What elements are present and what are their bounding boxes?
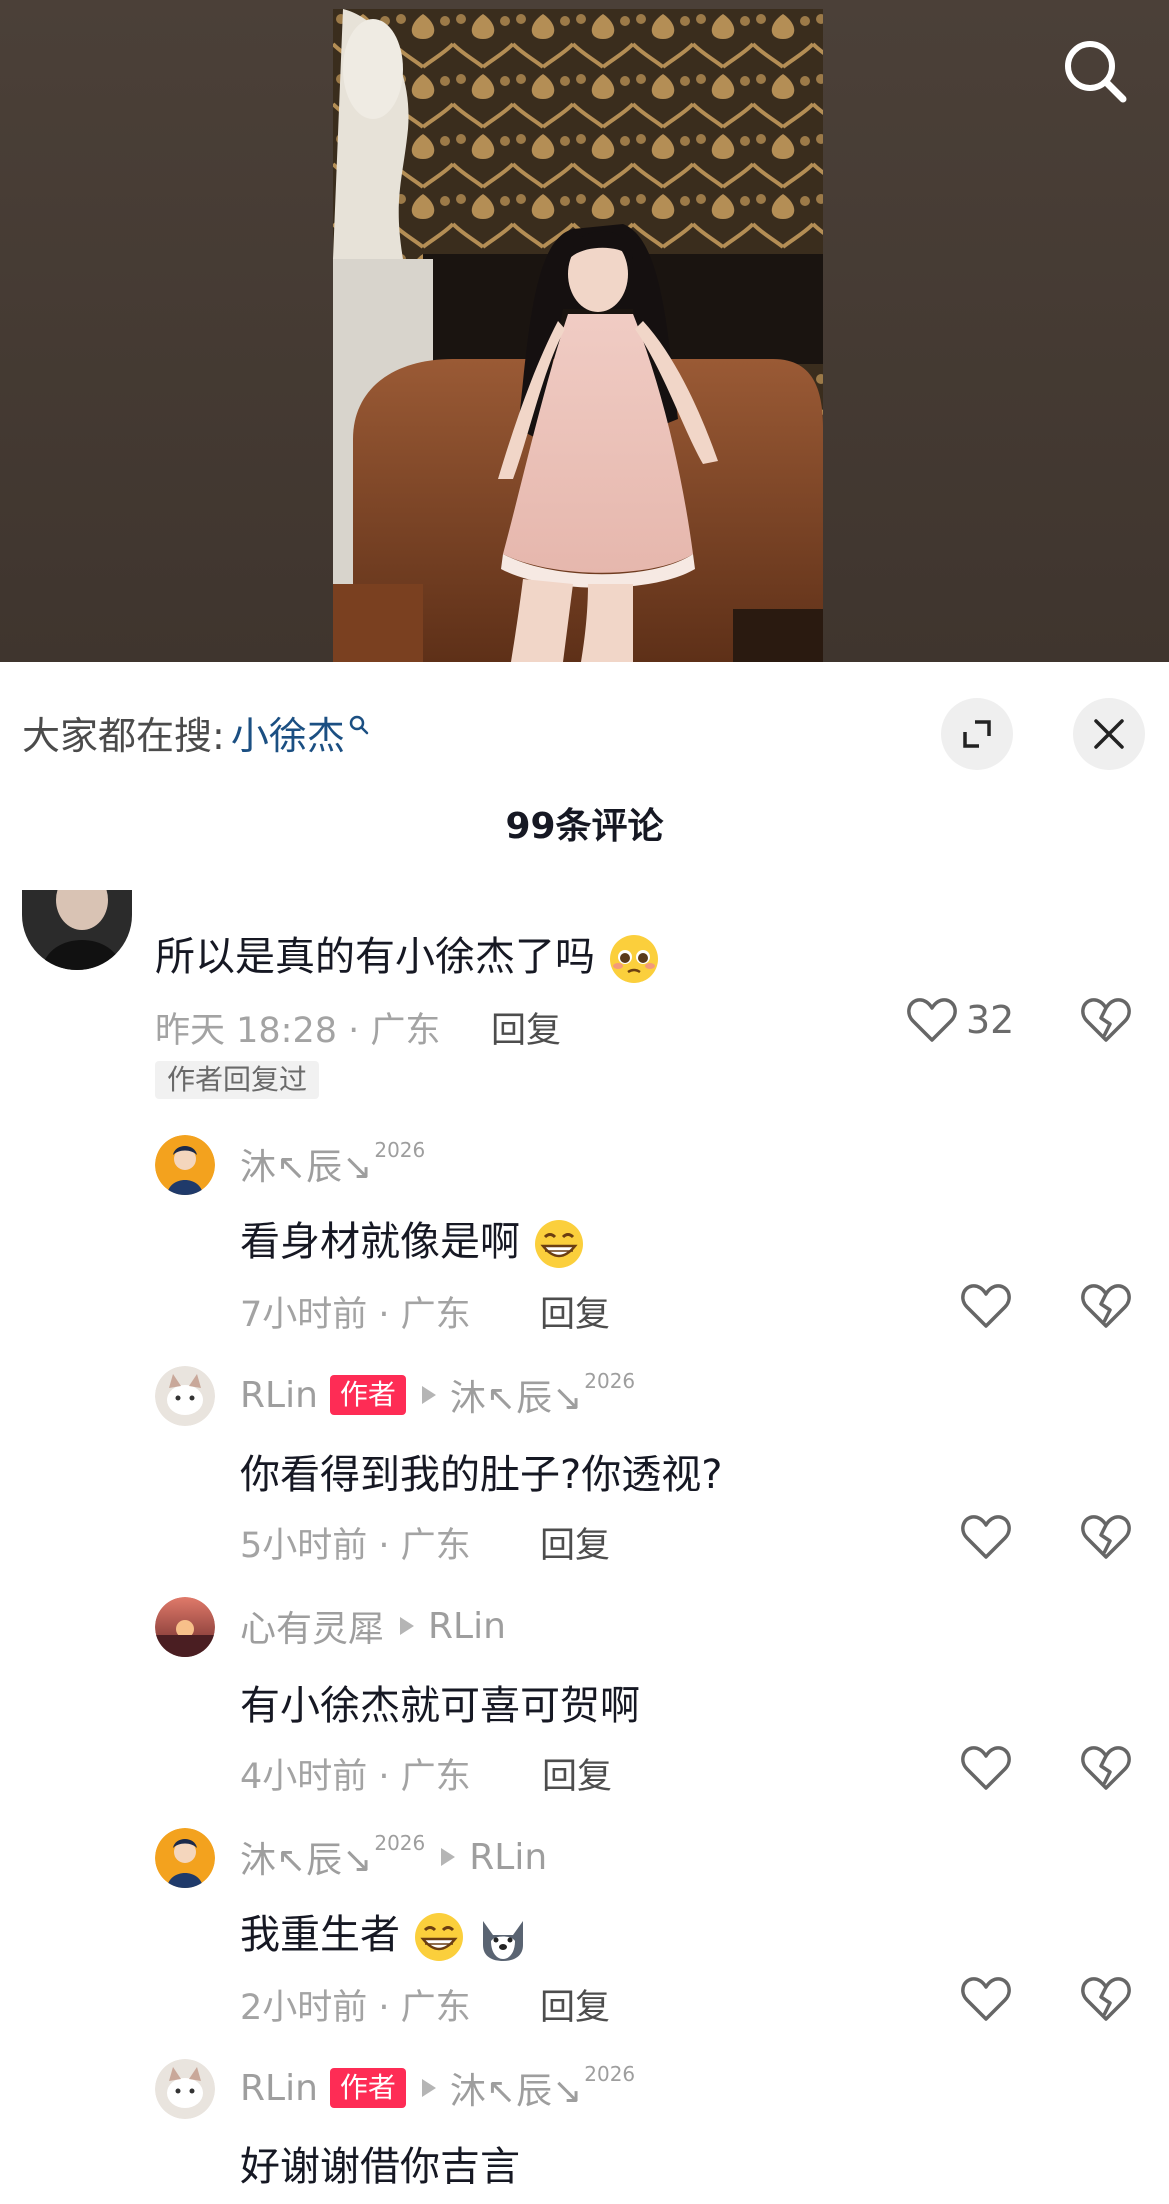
like-icon[interactable] — [960, 1975, 1012, 2023]
author-replied-badge: 作者回复过 — [155, 1061, 320, 1099]
close-button[interactable] — [1073, 698, 1145, 770]
comment-text: 所以是真的有小徐杰了吗 — [155, 924, 660, 985]
dislike-icon[interactable] — [1080, 1744, 1132, 1792]
grin-emoji — [534, 1220, 583, 1268]
reply-button[interactable]: 回复 — [540, 1517, 610, 1568]
reply-username-row: 沐↖辰↘ 2026 RLin — [240, 1831, 548, 1881]
reply-text: 有小徐杰就可喜可贺啊 — [240, 1683, 640, 1729]
reply-username[interactable]: 沐↖辰↘ — [240, 1138, 372, 1190]
search-icon — [1065, 41, 1127, 103]
dislike-icon[interactable] — [1080, 1975, 1132, 2023]
reply-username[interactable]: RLin — [240, 1375, 318, 1416]
reply-username-row: 心有灵犀 RLin — [240, 1604, 506, 1651]
author-tag: 作者 — [329, 1375, 406, 1415]
reply-username[interactable]: 心有灵犀 — [240, 1600, 384, 1652]
like-icon[interactable] — [960, 1744, 1012, 1792]
reply-text: 我重生者 — [240, 1902, 529, 1963]
comment-count: 99条评论 — [505, 806, 664, 847]
reply-meta: 4小时前 · 广东 — [240, 1757, 471, 1797]
avatar[interactable] — [155, 1828, 215, 1888]
like-icon[interactable] — [960, 1282, 1012, 1330]
reply-to-username[interactable]: 沐↖辰↘ — [450, 1369, 582, 1421]
video-cover-image[interactable] — [333, 9, 823, 662]
like-count: 32 — [966, 998, 1015, 1042]
reply-text: 看身材就像是啊 — [240, 1209, 585, 1270]
hot-search-bar[interactable]: 大家都在搜: 小徐杰 — [22, 705, 369, 760]
search-icon — [349, 715, 369, 735]
reply-username[interactable]: 沐↖辰↘ — [240, 1831, 372, 1883]
reply-button[interactable]: 回复 — [540, 1979, 610, 2030]
reply-meta: 7小时前 · 广东 — [240, 1295, 471, 1335]
like-icon[interactable] — [906, 996, 958, 1044]
dislike-icon[interactable] — [1080, 1513, 1132, 1561]
reply-username-row: 沐↖辰↘ 2026 — [240, 1138, 426, 1188]
pleading-face-emoji — [609, 935, 658, 983]
dislike-icon[interactable] — [1080, 1282, 1132, 1330]
comment-meta: 昨天 18:28 · 广东 — [155, 1011, 441, 1051]
close-icon — [1094, 719, 1124, 749]
reply-arrow-icon — [421, 1386, 436, 1404]
reply-arrow-icon — [400, 1617, 415, 1635]
reply-text: 好谢谢借你吉言 — [240, 2144, 520, 2190]
reply-username-row: RLin 作者 沐↖辰↘ 2026 — [240, 2062, 636, 2112]
expand-button[interactable] — [941, 698, 1013, 770]
husky-emoji — [483, 1921, 524, 1961]
reply-text: 你看得到我的肚子?你透视? — [240, 1452, 723, 1498]
avatar[interactable] — [22, 890, 132, 970]
hot-search-keyword[interactable]: 小徐杰 — [231, 705, 345, 760]
reply-meta: 5小时前 · 广东 — [240, 1526, 471, 1566]
avatar[interactable] — [155, 1135, 215, 1195]
dislike-icon[interactable] — [1080, 996, 1132, 1044]
like-icon[interactable] — [960, 1513, 1012, 1561]
reply-arrow-icon — [421, 2079, 436, 2097]
author-tag: 作者 — [329, 2068, 406, 2108]
comments-sheet: 大家都在搜: 小徐杰 99条评论 所以是真的有小徐杰了吗 昨天 18:28 · … — [0, 662, 1169, 2204]
avatar[interactable] — [155, 1597, 215, 1657]
reply-meta: 2小时前 · 广东 — [240, 1988, 471, 2028]
avatar[interactable] — [155, 2059, 215, 2119]
reply-to-username[interactable]: RLin — [469, 1837, 547, 1878]
reply-username[interactable]: RLin — [240, 2068, 318, 2109]
grin-emoji — [414, 1913, 463, 1961]
hot-search-label: 大家都在搜: — [22, 713, 225, 758]
reply-button[interactable]: 回复 — [540, 1286, 610, 1337]
reply-button[interactable]: 回复 — [542, 1748, 612, 1799]
reply-to-username[interactable]: RLin — [428, 1606, 506, 1647]
reply-username-row: RLin 作者 沐↖辰↘ 2026 — [240, 1369, 636, 1419]
search-button[interactable] — [1060, 36, 1130, 106]
avatar[interactable] — [155, 1366, 215, 1426]
reply-button[interactable]: 回复 — [491, 1002, 561, 1053]
video-area[interactable] — [0, 0, 1169, 662]
reply-to-username[interactable]: 沐↖辰↘ — [450, 2062, 582, 2114]
reply-arrow-icon — [441, 1848, 456, 1866]
expand-icon — [963, 720, 991, 748]
